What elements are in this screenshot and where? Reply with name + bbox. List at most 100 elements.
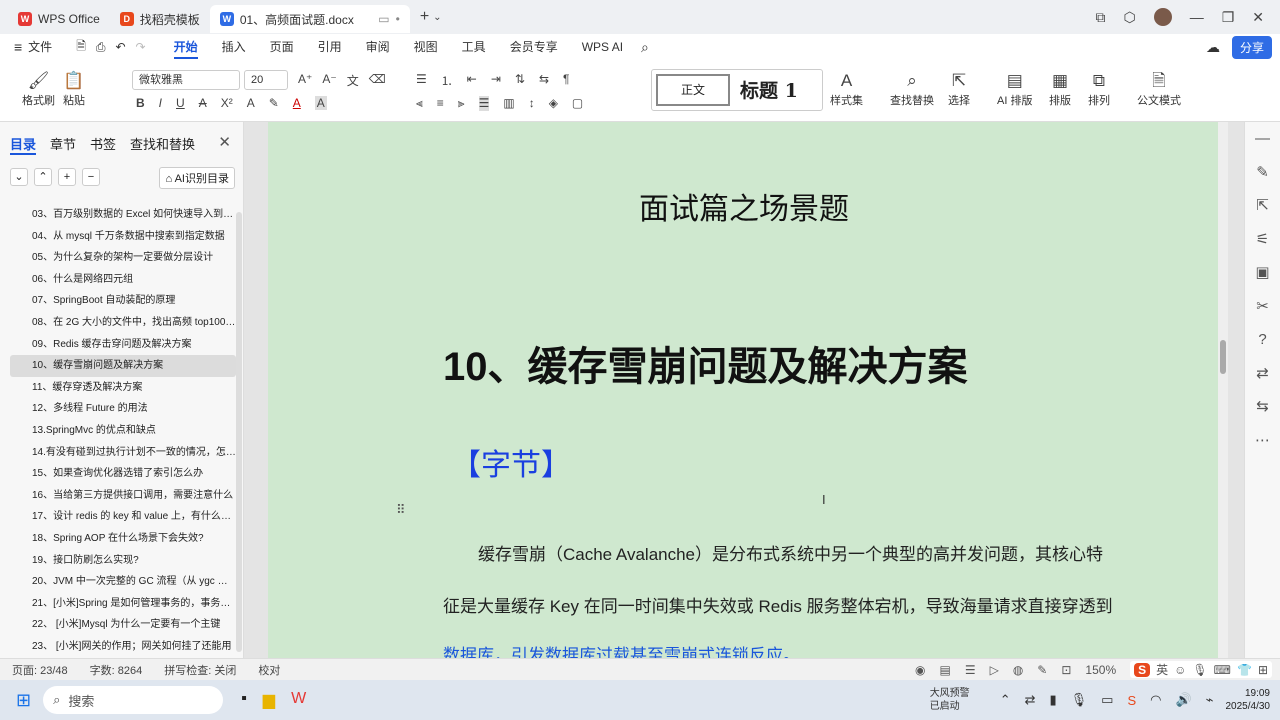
select-button[interactable]: ⇱ 选择 xyxy=(948,70,970,108)
close-icon[interactable]: ✕ xyxy=(1252,9,1264,26)
share-button[interactable]: 分享 xyxy=(1231,35,1272,59)
toc-item[interactable]: 14.有没有碰到过执行计划不一致的情况，怎么处理 xyxy=(10,442,236,464)
font-color-icon[interactable]: A xyxy=(293,96,301,110)
paste-button[interactable]: 📋 粘贴 xyxy=(63,70,85,108)
avatar[interactable] xyxy=(1153,8,1172,26)
wps-app-icon[interactable]: W xyxy=(291,690,306,710)
justify-icon[interactable]: ☰ xyxy=(478,96,490,111)
show-marks-icon[interactable]: ¶ xyxy=(563,72,569,89)
chevron-up-icon[interactable]: ⌃ xyxy=(1000,692,1011,708)
tab-document[interactable]: W 01、高频面试题.docx ▭ • xyxy=(209,5,410,33)
new-tab-icon[interactable]: + xyxy=(420,8,429,26)
app-window-icon[interactable]: ▪ xyxy=(241,690,247,710)
toc-item[interactable]: 05、为什么复杂的架构一定要做分层设计 xyxy=(10,247,236,269)
menu-wps-ai[interactable]: WPS AI xyxy=(570,34,635,60)
pointer-icon[interactable]: ⇱ xyxy=(1245,189,1280,223)
window-layout-icon[interactable]: ⧉ xyxy=(1095,9,1105,26)
indent-icon[interactable]: ⇥ xyxy=(491,72,501,89)
quick-save-icon[interactable]: 🗎 xyxy=(76,37,86,58)
battery-icon[interactable]: ▭ xyxy=(1101,692,1113,708)
align-right-icon[interactable]: ⫸ xyxy=(458,96,465,111)
tools-icon[interactable]: ✂ xyxy=(1245,290,1280,324)
search-icon[interactable]: ⌕ xyxy=(641,39,649,56)
web-view-icon[interactable]: ◍ xyxy=(1013,663,1023,677)
redo-icon[interactable]: ↷ xyxy=(136,40,146,54)
tab-wps-office[interactable]: W WPS Office xyxy=(8,5,110,33)
font-grow-icon[interactable]: A⁺ xyxy=(298,72,312,89)
strikethrough-icon[interactable]: A xyxy=(199,96,207,110)
underline-icon[interactable]: U xyxy=(176,96,185,110)
outline-view-icon[interactable]: ☰ xyxy=(965,663,976,677)
proofread[interactable]: 校对 xyxy=(258,662,280,678)
spell-check[interactable]: 拼写检查: 关闭 xyxy=(164,662,236,678)
keyboard-icon[interactable]: ⌨ xyxy=(1214,663,1231,677)
find-replace-button[interactable]: ⌕ 查找替换 xyxy=(890,70,934,108)
file-explorer-icon[interactable]: ▆ xyxy=(263,690,275,710)
restore-icon[interactable]: ❐ xyxy=(1222,9,1235,26)
ai-toc-button[interactable]: ⌂ AI识别目录 xyxy=(159,167,235,189)
toc-item[interactable]: 10、缓存雪崩问题及解决方案 xyxy=(10,355,236,377)
font-size-select[interactable]: 20 xyxy=(244,70,288,90)
char-shading-icon[interactable]: A xyxy=(314,96,327,110)
document-page[interactable]: 面试篇之场景题 10、缓存雪崩问题及解决方案 【字节】 ⠿ I 缓存雪崩（Cac… xyxy=(268,122,1220,658)
shirt-icon[interactable]: 👕 xyxy=(1237,663,1252,677)
distribute-icon[interactable]: ▥ xyxy=(503,96,514,111)
minus-icon[interactable]: — xyxy=(1245,122,1280,156)
translate-icon[interactable]: ⇆ xyxy=(1245,390,1280,424)
toc-item[interactable]: 03、百万级别数据的 Excel 如何快速导入到数据库 xyxy=(10,204,236,226)
toc-item[interactable]: 20、JVM 中一次完整的 GC 流程（从 ygc 到 fgc） xyxy=(10,571,236,593)
page-indicator[interactable]: 页面: 23/48 xyxy=(12,662,68,678)
windows-start-icon[interactable]: ⊞ xyxy=(16,690,31,711)
menu-reference[interactable]: 引用 xyxy=(306,34,354,60)
highlight-icon[interactable]: ✎ xyxy=(269,96,279,110)
weather-widget[interactable]: 大风预警 已启动 xyxy=(930,687,970,713)
mic-icon[interactable]: 🎙 xyxy=(1192,663,1207,677)
number-list-icon[interactable]: ⒈ xyxy=(441,72,453,89)
grid-icon[interactable]: ⊞ xyxy=(1258,663,1268,677)
help-icon[interactable]: ? xyxy=(1245,323,1280,357)
menu-insert[interactable]: 插入 xyxy=(210,34,258,60)
text-direction-icon[interactable]: ⇆ xyxy=(539,72,549,89)
font-name-select[interactable]: 微软雅黑 xyxy=(132,70,240,90)
font-shrink-icon[interactable]: A⁻ xyxy=(322,72,336,89)
style-normal[interactable]: 正文 xyxy=(656,74,730,106)
cloud-upload-icon[interactable]: ☁ xyxy=(1206,39,1220,56)
toc-item[interactable]: 17、设计 redis 的 key 和 value 上，有什么原则 xyxy=(10,506,236,528)
menu-home[interactable]: 开始 xyxy=(162,34,210,60)
file-menu[interactable]: 文件 xyxy=(22,34,64,60)
clock[interactable]: 19:09 2025/4/30 xyxy=(1226,687,1271,713)
toc-item[interactable]: 15、如果查询优化器选错了索引怎么办 xyxy=(10,463,236,485)
toc-item[interactable]: 22、 [小米]Mysql 为什么一定要有一个主键 xyxy=(10,614,236,636)
wifi-icon[interactable]: ◠ xyxy=(1150,692,1161,708)
audio-bars-icon[interactable]: ▮ xyxy=(1050,692,1057,708)
toc-item[interactable]: 19、接口防刷怎么实现? xyxy=(10,550,236,572)
volume-icon[interactable]: 🔊 xyxy=(1175,692,1191,708)
style-heading-1[interactable]: 标题 1 xyxy=(740,76,798,103)
text-effect-icon[interactable]: A xyxy=(247,96,255,110)
play-icon[interactable]: ▷ xyxy=(990,663,999,677)
toc-item[interactable]: 07、SpringBoot 自动装配的原理 xyxy=(10,290,236,312)
pen-icon[interactable]: ✎ xyxy=(1245,156,1280,190)
layout-button[interactable]: ▦ 排版 xyxy=(1049,70,1071,108)
page-view-icon[interactable]: ▤ xyxy=(939,663,950,677)
toc-item[interactable]: 13.SpringMvc 的优点和缺点 xyxy=(10,420,236,442)
toc-item[interactable]: 12、多线程 Future 的用法 xyxy=(10,398,236,420)
sogou-tray-icon[interactable]: S xyxy=(1127,693,1136,708)
more-icon[interactable]: ⋯ xyxy=(1245,424,1280,458)
align-left-icon[interactable]: ⫷ xyxy=(416,96,423,111)
phonetic-icon[interactable]: 文 xyxy=(347,72,359,89)
shading-icon[interactable]: ◈ xyxy=(549,96,558,111)
scroll-thumb[interactable] xyxy=(1220,340,1226,374)
menu-review[interactable]: 审阅 xyxy=(354,34,402,60)
bullet-list-icon[interactable]: ☰ xyxy=(416,72,427,89)
remove-heading-icon[interactable]: − xyxy=(82,168,100,186)
power-icon[interactable]: ⌁ xyxy=(1206,692,1214,708)
tab-toc[interactable]: 目录 xyxy=(10,134,37,155)
outdent-icon[interactable]: ⇤ xyxy=(467,72,477,89)
taskbar-search[interactable]: ⌕ 搜索 xyxy=(43,686,224,714)
tab-menu-icon[interactable]: ▭ xyxy=(378,12,389,26)
minimize-icon[interactable]: — xyxy=(1190,9,1204,25)
format-painter-button[interactable]: 🖌 格式刷 xyxy=(22,70,55,108)
drag-handle-icon[interactable]: ⠿ xyxy=(396,502,406,518)
toc-item[interactable]: 21、[小米]Spring 是如何管理事务的，事务管理机制 xyxy=(10,593,236,615)
